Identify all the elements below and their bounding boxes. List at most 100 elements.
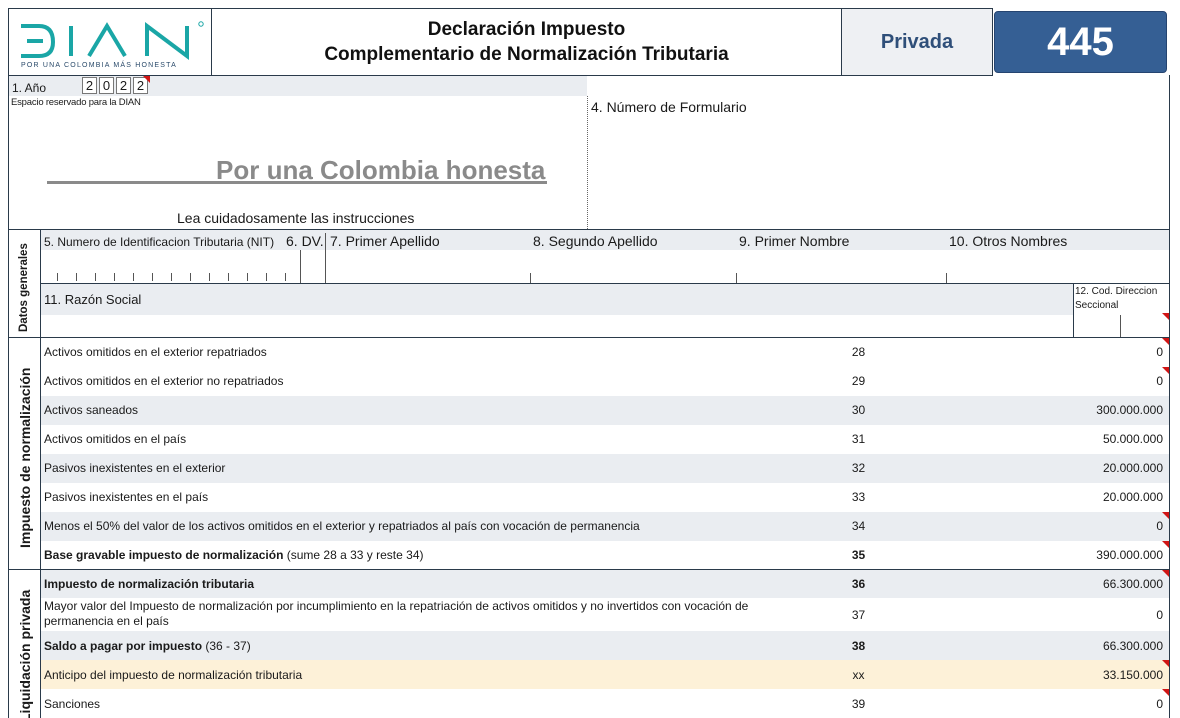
row-num: 32 bbox=[851, 461, 866, 475]
table-row: Activos omitidos en el exterior repatria… bbox=[41, 338, 1169, 367]
title-line-2: Complementario de Normalización Tributar… bbox=[324, 44, 729, 65]
nit-tick bbox=[171, 273, 172, 281]
nit-tick bbox=[228, 273, 229, 281]
row-desc: Menos el 50% del valor de los activos om… bbox=[44, 519, 640, 533]
primer-nombre-label: 9. Primer Nombre bbox=[739, 233, 850, 249]
row-num: 38 bbox=[851, 639, 866, 653]
row-value[interactable]: 20.000.000 bbox=[1103, 490, 1163, 504]
cod-direccion-line1: 12. Cod. Direccion bbox=[1075, 286, 1158, 297]
razon-social-label: 11. Razón Social bbox=[44, 292, 142, 307]
row-desc: Activos saneados bbox=[44, 403, 139, 417]
row-desc: Base gravable impuesto de normalización … bbox=[44, 548, 424, 562]
comment-marker bbox=[1162, 367, 1169, 374]
segundo-apellido-label: 8. Segundo Apellido bbox=[533, 233, 658, 249]
row-desc: Mayor valor del Impuesto de normalizació… bbox=[44, 599, 749, 628]
comment-marker bbox=[1162, 660, 1169, 667]
row-num: 30 bbox=[851, 403, 866, 417]
row-value[interactable]: 66.300.000 bbox=[1103, 639, 1163, 653]
row-value[interactable]: 66.300.000 bbox=[1103, 577, 1163, 591]
numero-formulario-label: 4. Número de Formulario bbox=[591, 99, 747, 115]
table-row-anticipo: Anticipo del impuesto de normalización t… bbox=[41, 660, 1169, 689]
anio-digit-1[interactable]: 2 bbox=[82, 77, 97, 94]
impuesto-label: Impuesto de normalización bbox=[17, 367, 33, 548]
nit-tick bbox=[285, 273, 286, 281]
table-row: Base gravable impuesto de normalización … bbox=[41, 541, 1169, 569]
table-row: Activos omitidos en el país 31 50.000.00… bbox=[41, 425, 1169, 454]
row-desc: Sanciones bbox=[44, 697, 101, 711]
row-num: 28 bbox=[851, 345, 866, 359]
liquidacion-label: Liquidación privada bbox=[17, 589, 33, 718]
nit-tick bbox=[209, 273, 210, 281]
nit-dv-separator bbox=[300, 250, 301, 283]
nit-tick bbox=[95, 273, 96, 281]
row-desc: Activos omitidos en el exterior no repat… bbox=[44, 374, 284, 388]
table-row: Activos omitidos en el exterior no repat… bbox=[41, 367, 1169, 396]
form-number: 445 bbox=[1047, 19, 1114, 64]
nit-tick bbox=[152, 273, 153, 281]
comment-marker bbox=[143, 76, 150, 83]
dian-logo: POR UNA COLOMBIA MÁS HONESTA bbox=[8, 8, 212, 76]
table-row: Saldo a pagar por impuesto (36 - 37) 38 … bbox=[41, 631, 1169, 660]
row-desc: Anticipo del impuesto de normalización t… bbox=[44, 668, 303, 682]
title-line-1: Declaración Impuesto bbox=[427, 19, 626, 40]
datos-generales-label: Datos generales bbox=[18, 243, 30, 332]
primer-apellido-label: 7. Primer Apellido bbox=[330, 233, 440, 249]
otros-nombres-label: 10. Otros Nombres bbox=[949, 233, 1068, 249]
cod-direccion-line2: Seccional bbox=[1075, 300, 1119, 311]
row-num: 39 bbox=[851, 697, 866, 711]
table-row: Impuesto de normalización tributaria 36 … bbox=[41, 570, 1169, 598]
anio-digit-2[interactable]: 0 bbox=[99, 77, 114, 94]
nit-tick bbox=[266, 273, 267, 281]
nit-tick bbox=[133, 273, 134, 281]
row-value[interactable]: 0 bbox=[1156, 374, 1163, 388]
row-desc-rest: (sume 28 a 33 y reste 34) bbox=[283, 548, 424, 562]
nombres-input[interactable] bbox=[330, 251, 1169, 283]
divider bbox=[587, 96, 588, 229]
row-num: 35 bbox=[851, 548, 866, 562]
instrucciones-text: Lea cuidadosamente las instrucciones bbox=[177, 210, 415, 226]
cod-direccion-label: 12. Cod. Direccion Seccional bbox=[1075, 285, 1157, 313]
espacio-reservado: Espacio reservado para la DIAN bbox=[11, 97, 141, 108]
cod-separator bbox=[1120, 315, 1121, 337]
form-title: Declaración Impuesto Complementario de N… bbox=[211, 8, 842, 76]
slogan-underline bbox=[47, 181, 547, 184]
row-num: xx bbox=[852, 668, 865, 682]
table-row: Pasivos inexistentes en el exterior 32 2… bbox=[41, 454, 1169, 483]
row-value[interactable]: 33.150.000 bbox=[1103, 668, 1163, 682]
nit-tick bbox=[57, 273, 58, 281]
row-value[interactable]: 390.000.000 bbox=[1096, 548, 1163, 562]
form-number-badge: 445 bbox=[994, 11, 1167, 73]
table-row: Mayor valor del Impuesto de normalizació… bbox=[41, 598, 1169, 631]
row-desc: Pasivos inexistentes en el exterior bbox=[44, 461, 226, 475]
nit-tick bbox=[76, 273, 77, 281]
row-num: 33 bbox=[851, 490, 866, 504]
razon-social-input[interactable] bbox=[41, 315, 1073, 337]
comment-marker bbox=[1162, 338, 1169, 345]
comment-marker bbox=[1162, 541, 1169, 548]
nit-tick bbox=[190, 273, 191, 281]
razon-social-header bbox=[41, 284, 1073, 315]
row-value[interactable]: 20.000.000 bbox=[1103, 461, 1163, 475]
row-desc: Activos omitidos en el exterior repatria… bbox=[44, 345, 267, 359]
anio-label: 1. Año bbox=[12, 81, 47, 95]
row-value[interactable]: 0 bbox=[1156, 697, 1163, 711]
row-num: 37 bbox=[851, 608, 866, 622]
comment-marker bbox=[1162, 512, 1169, 519]
row-num: 31 bbox=[851, 432, 866, 446]
row-desc: Impuesto de normalización tributaria bbox=[44, 577, 255, 591]
nit-tick bbox=[247, 273, 248, 281]
row-desc: Saldo a pagar por impuesto (36 - 37) bbox=[44, 639, 251, 653]
row-desc-bold: Base gravable impuesto de normalización bbox=[44, 548, 284, 562]
privada-label: Privada bbox=[880, 30, 954, 53]
dv-label: 6. DV. bbox=[286, 233, 324, 249]
table-row: Activos saneados 30 300.000.000 bbox=[41, 396, 1169, 425]
row-value[interactable]: 50.000.000 bbox=[1103, 432, 1163, 446]
row-value[interactable]: 0 bbox=[1156, 519, 1163, 533]
row-value[interactable]: 0 bbox=[1156, 608, 1163, 622]
row-value[interactable]: 300.000.000 bbox=[1096, 403, 1163, 417]
row-desc-bold: Saldo a pagar por impuesto bbox=[44, 639, 203, 653]
anio-digit-3[interactable]: 2 bbox=[116, 77, 131, 94]
nit-label: 5. Numero de Identificacion Tributaria (… bbox=[44, 235, 275, 249]
row-value[interactable]: 0 bbox=[1156, 345, 1163, 359]
comment-marker bbox=[1162, 689, 1169, 696]
